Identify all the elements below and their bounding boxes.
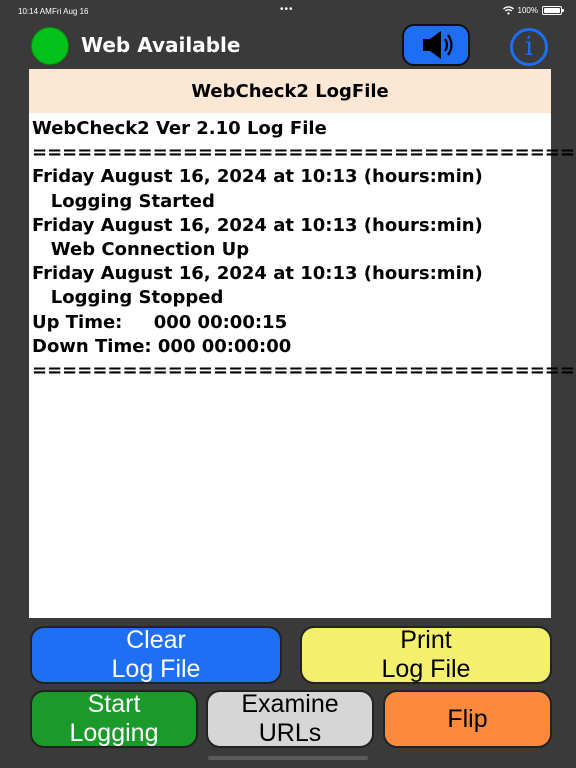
log-line: Up Time: 000 00:00:15 xyxy=(32,311,288,333)
web-status-label: Web Available xyxy=(81,33,241,57)
log-line: Down Time: 000 00:00:00 xyxy=(32,335,292,357)
speaker-icon xyxy=(423,31,453,59)
flip-button[interactable]: Flip xyxy=(383,690,552,748)
status-bar: 10:14 AM Fri Aug 16 ••• 100% xyxy=(0,0,576,24)
log-line: Logging Stopped xyxy=(32,287,224,309)
log-line: Friday August 16, 2024 at 10:13 (hours:m… xyxy=(32,214,483,236)
examine-urls-button[interactable]: Examine URLs xyxy=(206,690,374,748)
status-date: Fri Aug 16 xyxy=(52,7,89,16)
log-line: WebCheck2 Ver 2.10 Log File xyxy=(32,118,327,139)
multitasking-dots[interactable]: ••• xyxy=(280,4,294,15)
log-line: Logging Started xyxy=(32,190,215,212)
battery-percent: 100% xyxy=(517,6,538,15)
clear-log-file-button[interactable]: Clear Log File xyxy=(30,626,282,684)
log-line: ===================================== xyxy=(32,142,576,164)
status-time: 10:14 AM xyxy=(18,7,52,16)
log-line: Friday August 16, 2024 at 10:13 (hours:m… xyxy=(32,263,483,285)
start-logging-button[interactable]: Start Logging xyxy=(30,690,198,748)
log-content: WebCheck2 Ver 2.10 Log File ============… xyxy=(29,113,576,383)
log-line: Web Connection Up xyxy=(32,239,250,261)
log-line: Friday August 16, 2024 at 10:13 (hours:m… xyxy=(32,166,483,188)
info-icon: i xyxy=(524,32,534,62)
wifi-icon xyxy=(502,6,514,15)
log-line: ===================================== xyxy=(32,360,576,382)
status-right: 100% xyxy=(502,6,564,15)
sound-button[interactable] xyxy=(402,24,470,66)
home-indicator[interactable] xyxy=(208,756,368,760)
battery-icon xyxy=(542,6,564,15)
web-status-indicator xyxy=(31,27,69,65)
log-panel: WebCheck2 LogFile WebCheck2 Ver 2.10 Log… xyxy=(29,69,576,618)
log-title: WebCheck2 LogFile xyxy=(29,69,551,113)
print-log-file-button[interactable]: Print Log File xyxy=(300,626,552,684)
info-button[interactable]: i xyxy=(510,28,548,66)
